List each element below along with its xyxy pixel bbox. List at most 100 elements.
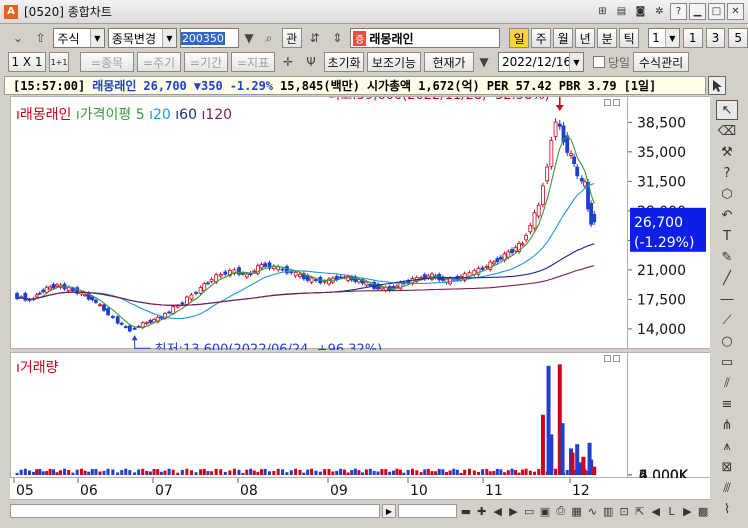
shrink-icon[interactable]: ▭ [522, 504, 536, 518]
speed-line-icon[interactable]: ⫻ [716, 478, 738, 498]
chart-type-icon[interactable]: ▦ [570, 504, 584, 518]
chevron-down-icon: ▼ [569, 53, 583, 71]
line-tool-icon[interactable]: L [665, 504, 679, 518]
sync-range-button[interactable]: =기간 [184, 52, 228, 72]
rectangle-icon[interactable]: ▭ [716, 352, 738, 372]
market-select[interactable]: 주식 ▼ [53, 28, 105, 48]
minimize-button[interactable]: ▁ [689, 3, 706, 20]
trend-channel-icon[interactable]: ⫽ [716, 373, 738, 393]
horizontal-line-icon[interactable]: ― [716, 289, 738, 309]
date-picker[interactable]: 2022/12/16 ▼ [498, 52, 584, 72]
memo-icon[interactable]: ▤ [613, 3, 630, 20]
camera-icon[interactable]: ◙ [632, 3, 649, 20]
pane-close-icon[interactable] [613, 355, 620, 362]
stepper-icon[interactable]: ⇕ [327, 28, 347, 48]
chart-line-icon[interactable]: ∿ [586, 504, 600, 518]
fibonacci-icon[interactable]: ≡ [716, 394, 738, 414]
period-day-button[interactable]: 일 [509, 28, 530, 48]
volume-bar [199, 469, 203, 475]
print-icon[interactable]: ⎙ [554, 504, 568, 518]
text-tool-icon[interactable]: T [716, 226, 738, 246]
upload-icon[interactable]: ⇧ [31, 28, 51, 48]
grid-icon[interactable]: ▩ [696, 504, 710, 518]
pattern-icon[interactable]: ⊠ [716, 457, 738, 477]
count-select[interactable]: 1 ▼ [648, 28, 680, 48]
chart-scrollbar[interactable]: ▶ ▬ ✚ ◀ ▶ ▭ ▣ ⎙ ▦ ∿ ▥ ⊡ ⇱ ◀ L ▶ ▩ [10, 502, 710, 520]
period-minute-button[interactable]: 분 [597, 28, 618, 48]
period-week-button[interactable]: 주 [531, 28, 552, 48]
candle-body [119, 322, 124, 325]
cycle-icon[interactable]: ⩚ [716, 436, 738, 456]
question-icon[interactable]: ? [716, 163, 738, 183]
quick-1-button[interactable]: 1 [682, 28, 703, 48]
scroll-right-icon[interactable]: ▶ [506, 504, 520, 518]
volume-bar [202, 468, 206, 475]
volume-chart-svg[interactable] [11, 353, 629, 479]
collapse-icon[interactable]: ◀ [649, 504, 663, 518]
gann-icon[interactable]: ⋔ [716, 415, 738, 435]
today-checkbox[interactable]: 당일 [593, 54, 630, 71]
close-button[interactable]: ✕ [727, 3, 744, 20]
sync-indicator-button[interactable]: =지표 [231, 52, 275, 72]
gear-icon[interactable]: ✲ [651, 3, 668, 20]
volume-bar [459, 472, 463, 475]
chart-bar-icon[interactable]: ▥ [601, 504, 615, 518]
period-year-button[interactable]: 년 [575, 28, 596, 48]
sync-stock-button[interactable]: =종목 [80, 52, 134, 72]
wave-icon[interactable]: Ψ [301, 52, 321, 72]
crosshair-icon[interactable]: ✛ [278, 52, 298, 72]
zoom-in-icon[interactable]: ✚ [475, 504, 489, 518]
chevron-down-icon[interactable]: ▼ [242, 28, 256, 48]
stock-code-input[interactable]: 200350 [179, 28, 240, 48]
zoom-slider[interactable] [397, 504, 458, 518]
settings-icon[interactable]: ⚒ [716, 142, 738, 162]
expand-icon[interactable]: ▣ [538, 504, 552, 518]
price-chart-pane[interactable]: 최고:39,600(2022/11/28, -32.58%) 최저:13,600(… [10, 88, 629, 357]
sync-period-button[interactable]: =주기 [137, 52, 181, 72]
volume-bar [335, 470, 339, 475]
price-chart-svg[interactable]: 최고:39,600(2022/11/28, -32.58%) 최저:13,600(… [11, 88, 629, 357]
chevron-down-icon[interactable]: ⌄ [8, 28, 28, 48]
formula-manager-button[interactable]: 수식관리 [633, 52, 690, 72]
aux-function-button[interactable]: 보조기능 [367, 52, 421, 72]
line-icon[interactable]: ╱ [716, 268, 738, 288]
layout-button[interactable]: 1 X 1 [8, 52, 46, 72]
volume-chart-pane[interactable] [10, 352, 628, 478]
magnet-icon[interactable]: ⬡ [716, 184, 738, 204]
pointer-icon[interactable]: ↖ [716, 100, 738, 120]
wave-tool-icon[interactable]: ⌇ [716, 499, 738, 519]
favorite-button[interactable]: 관 [281, 28, 302, 48]
pane-maximize-icon[interactable] [604, 355, 611, 362]
layout-split-button[interactable]: 1+1 [49, 52, 69, 72]
current-price-button[interactable]: 현재가 [424, 52, 474, 72]
reset-button[interactable]: 초기화 [324, 52, 364, 72]
pointer-tool-icon[interactable] [708, 76, 726, 95]
chart-lock-icon[interactable]: ⊡ [617, 504, 631, 518]
period-tick-button[interactable]: 틱 [619, 28, 640, 48]
pencil-icon[interactable]: ✎ [716, 247, 738, 267]
link-icon[interactable]: ⊞ [594, 3, 611, 20]
period-month-button[interactable]: 월 [553, 28, 574, 48]
candle-body [589, 203, 594, 225]
eraser-icon[interactable]: ⌫ [716, 121, 738, 141]
quick-3-button[interactable]: 3 [705, 28, 726, 48]
scroll-track[interactable] [10, 504, 380, 518]
zoom-out-icon[interactable]: ▬ [459, 504, 473, 518]
sync-icon[interactable]: ⇵ [305, 28, 325, 48]
maximize-button[interactable]: □ [708, 3, 725, 20]
price-tick-label: 14,000 [637, 322, 686, 338]
pane-close-icon[interactable] [613, 99, 620, 106]
scroll-left-icon[interactable]: ◀ [491, 504, 505, 518]
scroll-right-arrow-icon[interactable]: ▶ [381, 504, 396, 518]
chevron-down-icon[interactable]: ▼ [477, 52, 491, 72]
pane-maximize-icon[interactable] [604, 99, 611, 106]
quick-5-button[interactable]: 5 [728, 28, 748, 48]
expand-right-icon[interactable]: ▶ [680, 504, 694, 518]
ray-icon[interactable]: ⟋ [716, 310, 738, 330]
circle-icon[interactable]: ○ [716, 331, 738, 351]
help-button[interactable]: ? [670, 3, 687, 20]
stock-change-select[interactable]: 종목변경 ▼ [107, 28, 177, 48]
search-icon[interactable]: ⌕ [259, 28, 279, 48]
chart-export-icon[interactable]: ⇱ [633, 504, 647, 518]
undo-icon[interactable]: ↶ [716, 205, 738, 225]
